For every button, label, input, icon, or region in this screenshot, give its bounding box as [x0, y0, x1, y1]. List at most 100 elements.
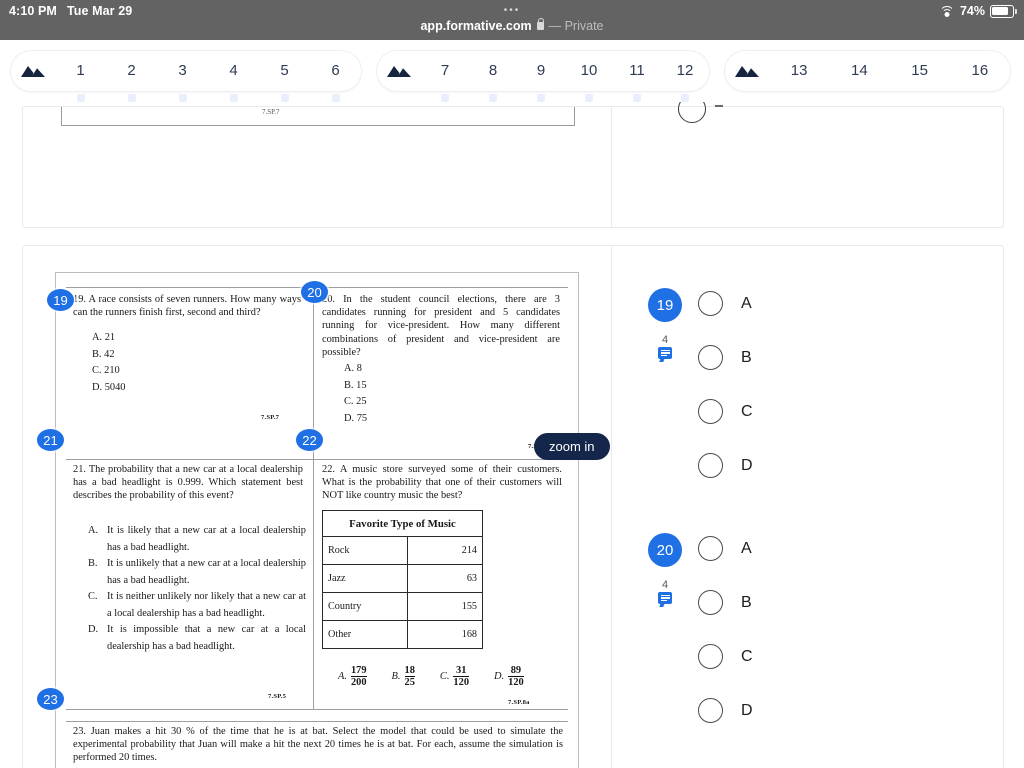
- sheet-rule: [66, 709, 568, 710]
- doc-badge-19[interactable]: 19: [47, 289, 74, 311]
- page-tab-1[interactable]: 1: [55, 51, 106, 91]
- comment-indicator-19[interactable]: 4: [648, 334, 682, 359]
- favorite-music-table: Favorite Type of Music Rock 214 Jazz 63 …: [322, 510, 483, 649]
- row-label-rock: Rock: [322, 536, 408, 565]
- previous-doc-fragment: 7.SP.7: [61, 107, 575, 126]
- q22-choice-c: C. 31 120: [439, 665, 470, 688]
- q22-a-den: 200: [350, 676, 367, 688]
- q22-b-num: 18: [404, 665, 415, 676]
- page-tab-11[interactable]: 11: [613, 51, 661, 91]
- radio-button[interactable]: [698, 399, 723, 424]
- doc-badge-21[interactable]: 21: [37, 429, 64, 451]
- question-20-prompt: 20. In the student council elections, th…: [322, 294, 560, 358]
- q22-letter-d: D.: [494, 671, 505, 682]
- page-tab-6[interactable]: 6: [310, 51, 361, 91]
- table-row: Jazz 63: [322, 564, 483, 593]
- radio-button[interactable]: [698, 590, 723, 615]
- page-tab-8[interactable]: 8: [469, 51, 517, 91]
- q22-letter-b: B.: [391, 671, 401, 682]
- page-tab-4[interactable]: 4: [208, 51, 259, 91]
- question-22-prompt: 22. A music store surveyed some of their…: [322, 464, 562, 502]
- card-divider: [611, 107, 612, 227]
- tab-overview-dots-icon[interactable]: •••: [504, 6, 521, 16]
- q21-choice-c: It is neither unlikely nor likely that a…: [107, 591, 306, 619]
- q22-choice-d: D. 89 120: [494, 665, 524, 688]
- comment-icon: [658, 347, 672, 359]
- card-divider: [611, 246, 612, 768]
- q21-letter-d: D.: [88, 624, 99, 635]
- sheet-rule: [66, 721, 568, 722]
- q22-d-den: 120: [508, 676, 524, 688]
- zoom-in-button[interactable]: zoom in: [534, 433, 610, 460]
- table-title: Favorite Type of Music: [322, 510, 483, 537]
- q19-choice-c: C. 210: [92, 365, 120, 376]
- option-label: A: [741, 294, 752, 312]
- answer-badge-19[interactable]: 19: [648, 288, 682, 322]
- page-tab-16[interactable]: 16: [950, 51, 1010, 91]
- page-tab-14[interactable]: 14: [829, 51, 889, 91]
- answer-panel: 19 4 A B C D 20 4 A B C D: [623, 246, 1002, 768]
- answer-badge-20[interactable]: 20: [648, 533, 682, 567]
- q22-choice-b: B. 18 25: [392, 665, 415, 688]
- radio-button[interactable]: [698, 453, 723, 478]
- answer-option-20-d[interactable]: D: [698, 698, 753, 723]
- q22-b-den: 25: [404, 676, 415, 688]
- option-label: B: [741, 348, 752, 366]
- answer-option-20-b[interactable]: B: [698, 590, 752, 615]
- q21-letter-b: B.: [88, 558, 98, 569]
- status-right: 74%: [939, 4, 1017, 18]
- q19-choice-d: D. 5040: [92, 381, 126, 393]
- row-value-rock: 214: [407, 536, 483, 565]
- q22-c-num: 31: [456, 665, 467, 676]
- radio-button[interactable]: [698, 698, 723, 723]
- url-row[interactable]: app.formative.com — Private: [420, 18, 604, 33]
- safari-url-bar[interactable]: ••• app.formative.com — Private: [0, 0, 1024, 40]
- previous-answer-radio[interactable]: [678, 102, 706, 123]
- answer-option-19-d[interactable]: D: [698, 453, 753, 478]
- page-tab-9[interactable]: 9: [517, 51, 565, 91]
- radio-button[interactable]: [698, 345, 723, 370]
- page-tab-10[interactable]: 10: [565, 51, 613, 91]
- q22-c-den: 120: [453, 676, 470, 688]
- sheet-rule: [66, 459, 568, 460]
- doc-badge-20[interactable]: 20: [301, 281, 328, 303]
- page-tab-3[interactable]: 3: [157, 51, 208, 91]
- previous-standard-label: 7.SP.7: [262, 108, 280, 116]
- content-area: 7.SP.7 zoom in 19. A race consists of se…: [0, 102, 1024, 768]
- wifi-icon: [939, 5, 955, 17]
- answer-option-19-b[interactable]: B: [698, 345, 752, 370]
- q20-choice-d: D. 75: [344, 412, 368, 424]
- q20-choice-c: C. 25: [344, 396, 367, 407]
- row-value-jazz: 63: [407, 564, 483, 593]
- private-label: — Private: [548, 19, 604, 33]
- answer-option-20-c[interactable]: C: [698, 644, 753, 669]
- q19-choice-a: A. 21: [92, 332, 116, 343]
- question-22-fraction-choices: A. 179 200 B. 18 25 C. 31 120 D. 89 120: [338, 665, 549, 688]
- row-label-country: Country: [322, 592, 408, 621]
- radio-button[interactable]: [698, 536, 723, 561]
- row-value-other: 168: [407, 620, 483, 649]
- q22-letter-c: C.: [439, 671, 450, 682]
- page-tab-2[interactable]: 2: [106, 51, 157, 91]
- worksheet-image[interactable]: 19. A race consists of seven runners. Ho…: [55, 272, 579, 768]
- comment-indicator-20[interactable]: 4: [648, 579, 682, 604]
- q21-choice-d: It is impossible that a new car at a loc…: [107, 624, 306, 652]
- page-tab-15[interactable]: 15: [890, 51, 950, 91]
- question-19-standard: 7.SP.7: [261, 414, 280, 421]
- q19-choice-b: B. 42: [92, 348, 115, 360]
- answer-option-20-a[interactable]: A: [698, 536, 752, 561]
- answer-option-19-a[interactable]: A: [698, 291, 752, 316]
- page-tab-12[interactable]: 12: [661, 51, 709, 91]
- page-tab-5[interactable]: 5: [259, 51, 310, 91]
- doc-badge-23[interactable]: 23: [37, 688, 64, 710]
- answer-option-19-c[interactable]: C: [698, 399, 753, 424]
- radio-button[interactable]: [698, 291, 723, 316]
- page-tab-13[interactable]: 13: [769, 51, 829, 91]
- doc-badge-22[interactable]: 22: [296, 429, 323, 451]
- page-tab-7[interactable]: 7: [421, 51, 469, 91]
- option-label: B: [741, 593, 752, 611]
- radio-button[interactable]: [698, 644, 723, 669]
- comment-icon: [658, 592, 672, 604]
- option-label: C: [741, 402, 753, 420]
- question-21-prompt: 21. The probability that a new car at a …: [73, 464, 303, 502]
